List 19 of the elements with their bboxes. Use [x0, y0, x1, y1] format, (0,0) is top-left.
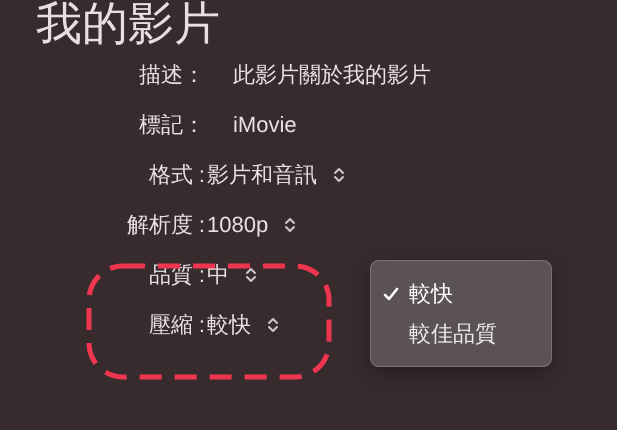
checkmark-icon	[383, 286, 399, 302]
popup-button[interactable]: 1080p	[205, 212, 296, 238]
field-label: 描述：	[139, 61, 205, 89]
chevron-icon	[267, 316, 279, 334]
popup-button[interactable]: 中	[205, 260, 257, 290]
video-title: 我的影片	[35, 0, 220, 50]
menu-item[interactable]: 較快	[383, 274, 551, 314]
field-label: 標記：	[139, 111, 205, 139]
field-label: 格式 :	[148, 161, 205, 189]
field-value: 此影片關於我的影片	[232, 61, 431, 89]
popup-button[interactable]: 影片和音訊	[205, 160, 345, 190]
field-label: 解析度 :	[126, 211, 205, 239]
chevron-icon	[284, 216, 296, 234]
chevron-icon	[333, 166, 345, 184]
field-value: iMovie	[232, 112, 298, 138]
popup-button[interactable]: 較快	[205, 310, 279, 340]
menu-item[interactable]: 較佳品質	[383, 314, 551, 354]
field-label: 壓縮 :	[148, 311, 205, 339]
chevron-icon	[245, 266, 257, 284]
